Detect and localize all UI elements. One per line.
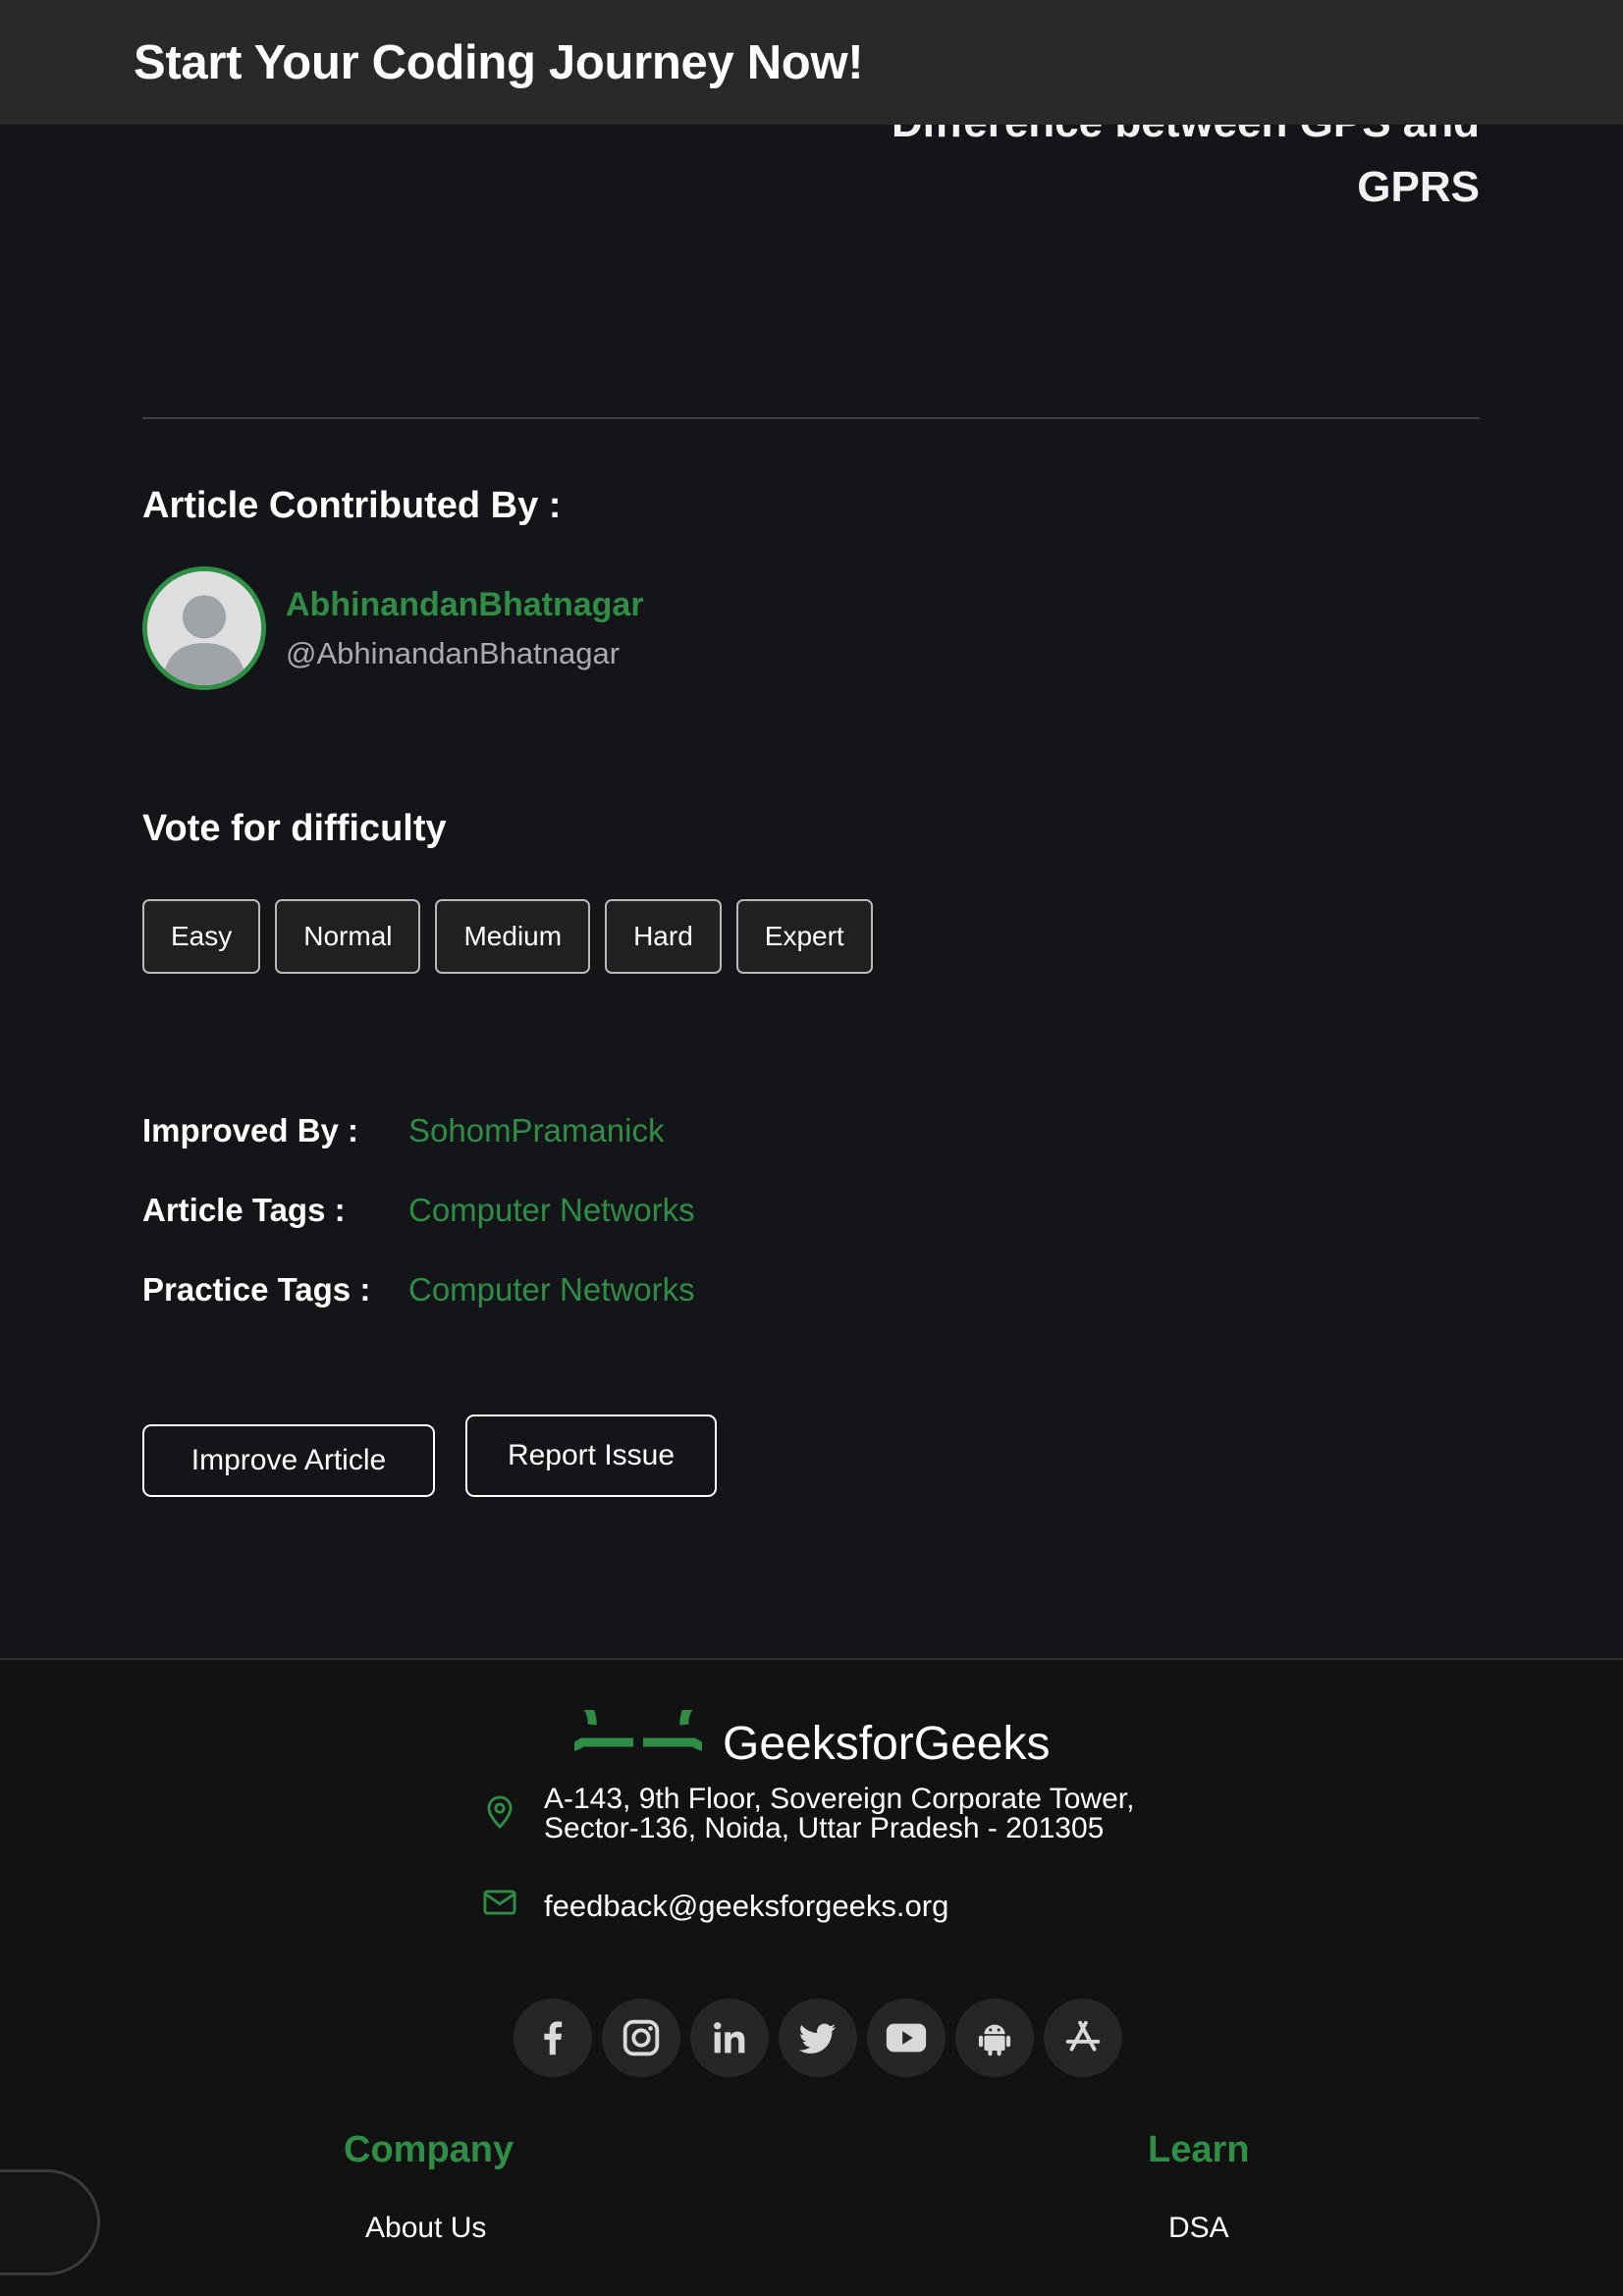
improve-article-button[interactable]: Improve Article	[142, 1424, 435, 1497]
facebook-icon[interactable]	[514, 1999, 592, 2077]
footer-email-link[interactable]: feedback@geeksforgeeks.org	[544, 1889, 948, 1924]
gfg-logo-icon[interactable]	[574, 1710, 702, 1775]
difficulty-normal-button[interactable]: Normal	[275, 899, 421, 974]
twitter-icon[interactable]	[779, 1999, 857, 2077]
footer-brand[interactable]: GeeksforGeeks	[723, 1717, 1050, 1771]
practice-tags-label: Practice Tags :	[142, 1271, 371, 1308]
app-store-icon[interactable]	[1044, 1999, 1122, 2077]
article-tags-link[interactable]: Computer Networks	[408, 1192, 695, 1229]
instagram-icon[interactable]	[602, 1999, 680, 2077]
contributor-heading: Article Contributed By :	[142, 485, 562, 526]
contributor-handle: @AbhinandanBhatnagar	[286, 636, 621, 670]
avatar[interactable]	[142, 566, 266, 690]
difficulty-expert-button[interactable]: Expert	[735, 899, 873, 974]
top-banner[interactable]: Start Your Coding Journey Now!	[0, 0, 1623, 125]
section-divider	[142, 417, 1480, 419]
page: Difference between GPS and GPRS Start Yo…	[0, 0, 1623, 2296]
difficulty-easy-button[interactable]: Easy	[142, 899, 261, 974]
youtube-icon[interactable]	[867, 1999, 946, 2077]
practice-tags-link[interactable]: Computer Networks	[408, 1271, 695, 1308]
difficulty-options: Easy Normal Medium Hard Expert	[142, 899, 888, 974]
improved-by-label: Improved By :	[142, 1112, 359, 1148]
report-issue-button[interactable]: Report Issue	[465, 1415, 717, 1497]
difficulty-medium-button[interactable]: Medium	[435, 899, 591, 974]
footer-company-heading: Company	[344, 2129, 514, 2170]
article-tags-label: Article Tags :	[142, 1192, 346, 1228]
footer-link-about-us[interactable]: About Us	[365, 2212, 486, 2245]
footer-learn-heading: Learn	[1148, 2129, 1250, 2170]
android-icon[interactable]	[955, 1999, 1034, 2077]
banner-text: Start Your Coding Journey Now!	[134, 36, 864, 89]
difficulty-heading: Vote for difficulty	[142, 808, 447, 849]
difficulty-hard-button[interactable]: Hard	[605, 899, 722, 974]
footer-address-line2: Sector-136, Noida, Uttar Pradesh - 20130…	[544, 1812, 1105, 1844]
mail-icon	[483, 1890, 516, 1915]
footer-address-line1: A-143, 9th Floor, Sovereign Corporate To…	[544, 1783, 1135, 1815]
linkedin-icon[interactable]	[690, 1999, 769, 2077]
social-links	[514, 1999, 1132, 2077]
user-silhouette-icon	[147, 571, 261, 685]
footer-link-dsa[interactable]: DSA	[1168, 2212, 1229, 2245]
improved-by-link[interactable]: SohomPramanick	[408, 1112, 664, 1149]
contributor-name-link[interactable]: AbhinandanBhatnagar	[286, 586, 644, 624]
location-pin-icon	[487, 1795, 513, 1830]
